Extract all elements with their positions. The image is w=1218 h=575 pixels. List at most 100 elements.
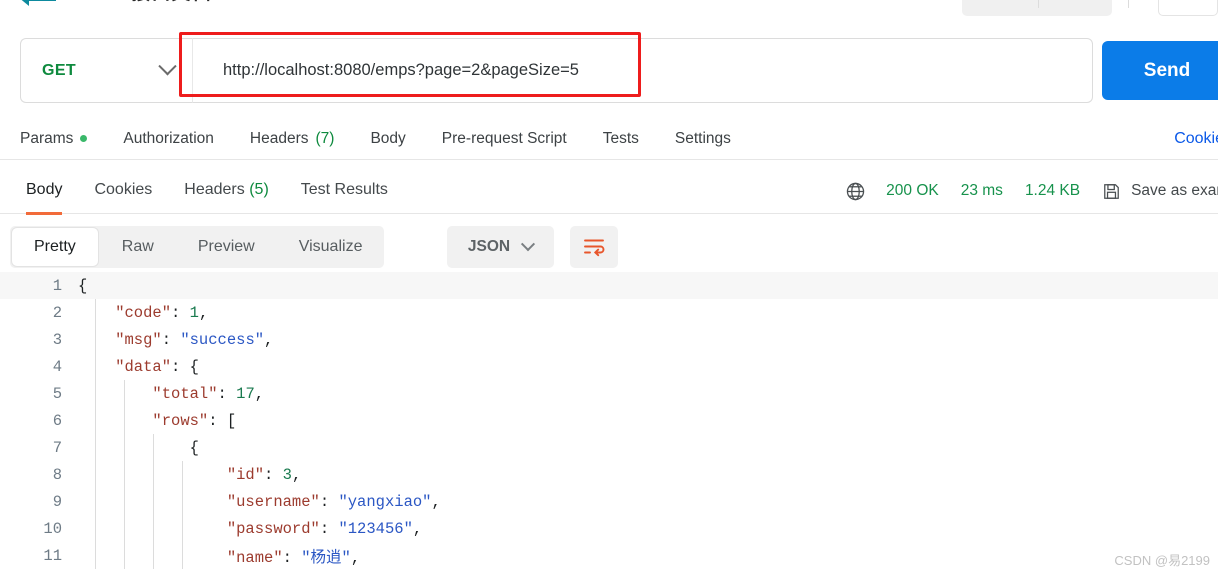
request-tab-authorization[interactable]: Authorization [105,118,231,160]
code-token-k: "id" [78,465,265,484]
toolbar-divider-2 [1128,0,1129,8]
code-token-p: { [78,276,88,295]
code-token-p: : [217,384,237,403]
request-tab-count: (7) [315,129,335,147]
indent-guide [124,380,125,407]
cookies-link[interactable]: Cookies [1174,118,1218,160]
view-mode-visualize[interactable]: Visualize [277,226,385,268]
response-tab-label: Cookies [94,180,153,198]
line-number: 1 [52,276,62,295]
request-tab-params[interactable]: Params [20,118,105,160]
indent-guide [95,434,96,461]
http-method-selector[interactable]: GET [20,38,192,103]
code-line: 9 "username": "yangxiao", [0,488,1218,515]
request-tab-body[interactable]: Body [352,118,423,160]
code-token-k: "code" [78,303,172,322]
code-line-text: "username": "yangxiao", [78,493,441,511]
request-tab-label: Body [370,129,406,147]
response-tab-cookies[interactable]: Cookies [78,168,168,214]
code-token-p: : [319,519,339,538]
toolbar-button-right[interactable] [1158,0,1218,16]
code-token-p: , [254,384,265,403]
url-input[interactable]: http://localhost:8080/emps?page=2&pageSi… [192,38,1093,103]
toolbar-button-group-left[interactable] [962,0,1112,16]
request-tab-label: Authorization [123,129,214,147]
code-line-text: "data": { [78,358,199,376]
response-meta: 200 OK 23 ms 1.24 KB Save as example [845,168,1218,214]
response-tab-test-results[interactable]: Test Results [285,168,404,214]
code-token-n: 1 [189,303,199,322]
indent-guide [95,380,96,407]
indent-guide [182,461,183,488]
code-token-p: , [198,303,209,322]
code-token-p: : [171,303,190,322]
line-number: 7 [52,438,62,457]
request-tab-pre-request-script[interactable]: Pre-request Script [424,118,585,160]
code-line-text: "password": "123456", [78,520,422,538]
response-tab-label: Body [26,180,63,198]
request-tab-tests[interactable]: Tests [585,118,657,160]
indent-guide [124,434,125,461]
indent-guide [95,353,96,380]
code-token-n: 17 [236,384,255,403]
chevron-down-icon [158,57,177,76]
save-as-example-label[interactable]: Save as example [1131,182,1218,200]
line-number: 2 [52,303,62,322]
code-line-text: { [78,277,87,295]
wrap-lines-button[interactable] [570,226,618,268]
code-line-text: { [78,439,199,457]
send-button-label: Send [1143,59,1191,81]
indent-guide [182,488,183,515]
wrap-lines-icon [584,239,605,257]
request-tab-settings[interactable]: Settings [657,118,749,160]
code-line: 2 "code": 1, [0,299,1218,326]
line-number: 6 [52,411,62,430]
code-token-k: "total" [78,384,218,403]
viewer-toolbar: Pretty Raw Preview Visualize JSON [0,222,1218,478]
code-line: 10 "password": "123456", [0,515,1218,542]
response-body-viewer[interactable]: 1 {2 "code": 1, 3 "msg": "success", 4 "data… [0,272,1218,575]
request-tab-label: Tests [602,129,639,147]
response-time: 23 ms [960,182,1003,199]
indent-guide [95,326,96,353]
response-tab-headers[interactable]: Headers (5) [168,168,284,214]
save-icon[interactable] [1102,182,1121,201]
code-token-p: : [208,411,227,430]
code-token-k: "data" [78,357,172,376]
code-token-p: , [412,519,423,538]
indent-guide [95,542,96,569]
indent-guide [153,461,154,488]
line-number: 3 [52,330,62,349]
code-token-p: : [171,357,190,376]
watermark: CSDN @易2199 [1114,553,1210,568]
line-number: 4 [52,357,62,376]
code-token-n: 3 [282,465,292,484]
code-token-k: "name" [78,548,283,567]
line-number: 5 [52,384,62,403]
view-mode-preview[interactable]: Preview [176,226,277,268]
code-line-text: "id": 3, [78,466,301,484]
code-token-s: "杨逍" [301,548,351,567]
send-button[interactable]: Send [1102,41,1218,100]
indent-guide [182,515,183,542]
code-line-text: "msg": "success", [78,331,273,349]
http-method-label: GET [42,61,77,79]
code-token-s: "yangxiao" [338,492,432,511]
code-line: 5 "total": 17, [0,380,1218,407]
view-mode-pretty[interactable]: Pretty [12,228,98,266]
code-line: 7 { [0,434,1218,461]
view-mode-raw[interactable]: Raw [100,226,176,268]
format-selector[interactable]: JSON [447,226,554,268]
code-token-p: { [189,357,199,376]
code-line: 8 "id": 3, [0,461,1218,488]
code-token-k: "rows" [78,411,209,430]
globe-icon[interactable] [845,181,866,202]
toolbar-divider [1038,0,1039,8]
indent-guide [95,488,96,515]
request-tab-bar: Params Authorization Headers (7) Body Pre-req… [0,118,1218,160]
response-size: 1.24 KB [1024,182,1081,199]
view-mode-segmented-control: Pretty Raw Preview Visualize [10,226,385,268]
response-tab-body[interactable]: Body [10,168,78,215]
code-line: 4 "data": { [0,353,1218,380]
request-tab-headers[interactable]: Headers (7) [232,118,353,160]
